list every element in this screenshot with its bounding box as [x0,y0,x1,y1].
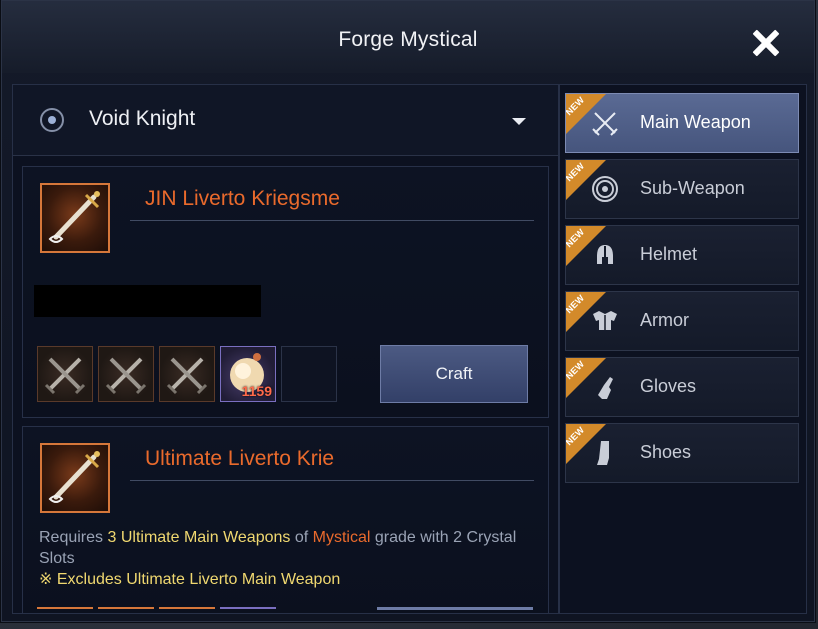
category-label: Armor [640,310,689,330]
shoes-icon [597,441,609,465]
redacted-block [34,285,261,317]
category-label: Gloves [640,376,697,396]
recipe-card: JIN Liverto Kriegsme 1159 Craft [22,166,549,418]
class-dropdown-value: Void Knight [89,107,196,130]
divider [130,480,534,481]
class-dropdown[interactable]: Void Knight [13,85,558,156]
dialog-title: Forge Mystical [338,28,478,51]
category-shoes[interactable]: NEW Shoes [565,423,799,483]
helmet-icon [597,245,613,264]
category-label: Sub-Weapon [640,178,745,198]
crystal-slot[interactable]: 1159 [220,346,276,402]
material-slot [159,607,215,613]
category-helmet[interactable]: NEW Helmet [565,225,799,285]
requirement-note: ※ Excludes Ultimate Liverto Main Weapon [39,571,341,588]
material-slot[interactable] [159,346,215,402]
forge-dialog: Forge Mystical Void Knight JIN Liverto K… [1,0,815,622]
titlebar: Forge Mystical [2,1,814,73]
sword-icon [48,191,100,243]
crossed-swords-icon [592,112,618,136]
shield-icon [592,176,618,202]
requirement-text: Requires 3 Ultimate Main Weapons of Myst… [39,527,534,590]
requirement-mid: of [290,529,313,546]
category-label: Shoes [640,442,692,462]
crossed-swords-icon [166,357,208,395]
recipe-panel: Void Knight JIN Liverto Kriegsme 1159 Cr… [12,84,559,614]
divider [130,220,534,221]
empty-slot[interactable] [281,346,337,402]
craft-button [377,607,533,613]
category-armor[interactable]: NEW Armor [565,291,799,351]
recipe-card: Ultimate Liverto Krie Requires 3 Ultimat… [22,426,549,613]
crystal-slot [220,607,276,613]
item-icon[interactable] [40,443,110,513]
category-sub-weapon[interactable]: NEW Sub-Weapon [565,159,799,219]
category-panel: NEW Main Weapon NEW Sub-Weapon NEW Helme… [559,84,807,614]
chevron-down-icon [512,118,526,125]
material-slot [37,607,93,613]
crossed-swords-icon [44,357,86,395]
gloves-icon [598,377,613,399]
sword-icon [48,451,100,503]
material-slot[interactable] [37,346,93,402]
category-gloves[interactable]: NEW Gloves [565,357,799,417]
radio-icon [40,108,64,132]
close-button[interactable] [750,27,782,59]
category-main-weapon[interactable]: NEW Main Weapon [565,93,799,153]
material-slot[interactable] [98,346,154,402]
category-label: Main Weapon [640,112,751,132]
requirement-grade: Mystical [312,529,371,546]
item-name: Ultimate Liverto Krie [145,447,335,470]
category-label: Helmet [640,244,698,264]
material-slot [98,607,154,613]
armor-icon [593,311,617,330]
craft-button[interactable]: Craft [380,345,528,403]
requirement-count: 3 Ultimate Main Weapons [107,529,291,546]
item-name: JIN Liverto Kriegsme [145,187,340,210]
requirement-prefix: Requires [39,529,108,546]
material-count: 1159 [241,383,272,399]
item-icon[interactable] [40,183,110,253]
crossed-swords-icon [105,357,147,395]
